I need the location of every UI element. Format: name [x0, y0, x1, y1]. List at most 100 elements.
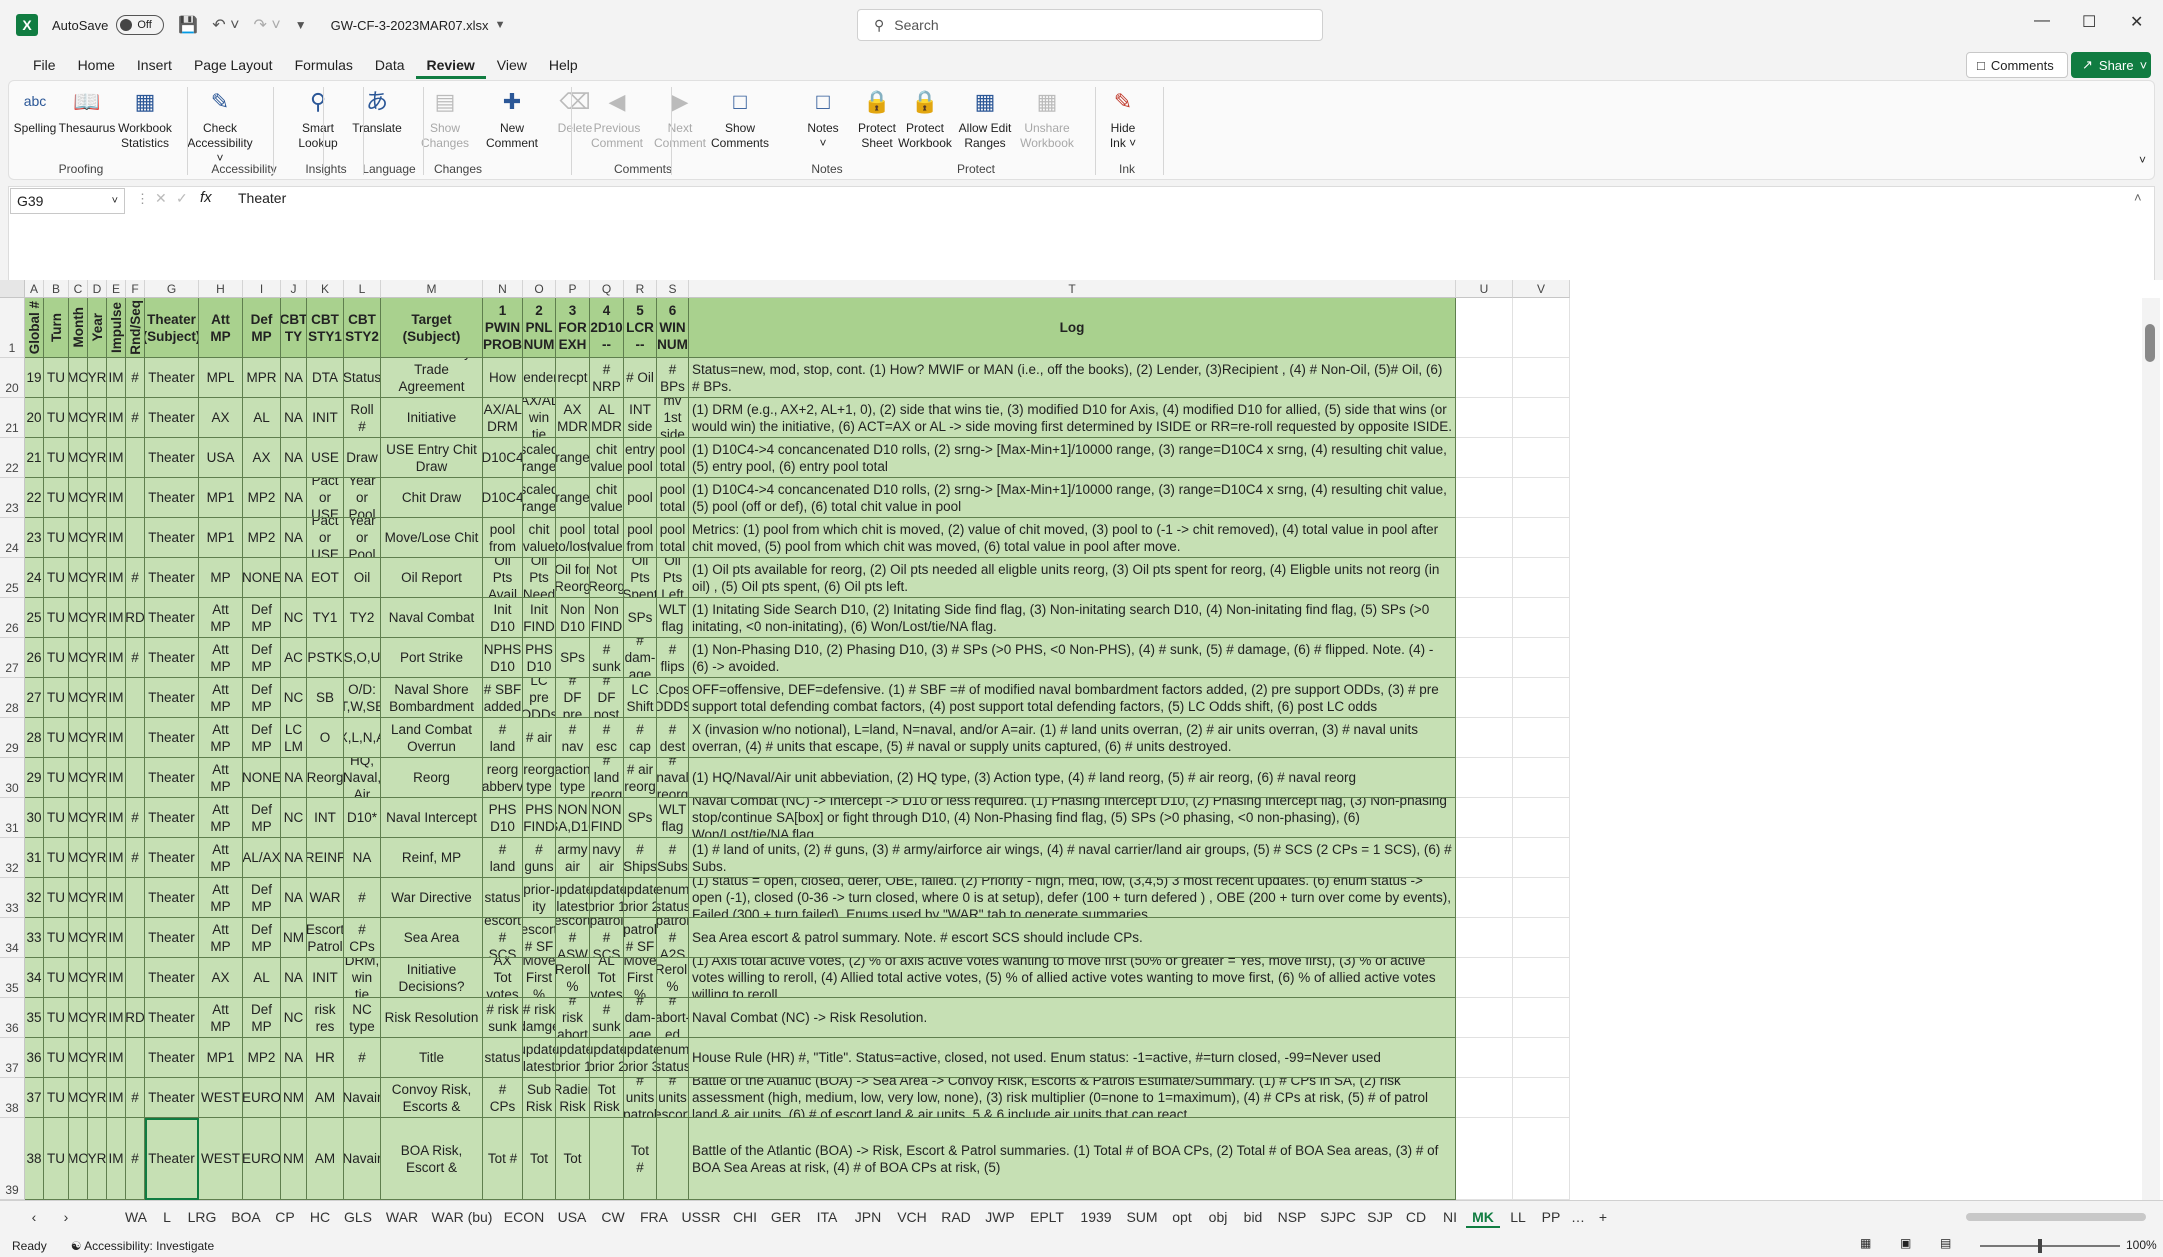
table-cell[interactable]: IM — [107, 998, 126, 1038]
empty-cell[interactable] — [1513, 358, 1570, 398]
table-cell[interactable]: OFF=offensive, DEF=defensive. (1) # SBF … — [689, 678, 1456, 718]
row-header[interactable]: 24 — [0, 518, 25, 558]
tab-opt[interactable]: opt — [1164, 1206, 1200, 1228]
table-cell[interactable]: AM — [307, 1118, 344, 1200]
table-cell[interactable]: escort # ASW — [556, 918, 590, 958]
table-cell[interactable]: D10* — [344, 798, 381, 838]
empty-cell[interactable] — [1513, 1078, 1570, 1118]
table-cell[interactable]: IM — [107, 478, 126, 518]
table-cell[interactable]: AC — [281, 638, 307, 678]
table-cell[interactable]: (1) Axis total active votes, (2) % of ax… — [689, 958, 1456, 998]
tab-l[interactable]: L — [154, 1206, 180, 1228]
table-cell[interactable]: Theater — [145, 398, 199, 438]
table-cell[interactable]: Oil Pts Spent — [624, 558, 657, 598]
table-cell[interactable]: Status — [344, 358, 381, 398]
row-header[interactable]: 26 — [0, 598, 25, 638]
table-cell[interactable]: SPs — [624, 598, 657, 638]
table-cell[interactable]: TU — [44, 1038, 69, 1078]
table-cell[interactable]: IM — [107, 718, 126, 758]
table-cell[interactable] — [590, 1118, 624, 1200]
table-cell[interactable]: IM — [107, 398, 126, 438]
table-cell[interactable]: NA — [281, 878, 307, 918]
table-cell[interactable]: # air — [523, 718, 556, 758]
menu-review[interactable]: Review — [415, 51, 486, 79]
column-title[interactable]: Impulse — [107, 298, 126, 358]
table-cell[interactable]: # dam-age — [624, 638, 657, 678]
column-title[interactable]: Rnd/Seq — [126, 298, 145, 358]
row-header[interactable]: 29 — [0, 718, 25, 758]
table-cell[interactable]: War Directive — [381, 878, 483, 918]
table-cell[interactable]: escort # SCS — [483, 918, 523, 958]
table-cell[interactable]: Land Combat Overrun — [381, 718, 483, 758]
table-cell[interactable]: Naval Intercept — [381, 798, 483, 838]
table-cell[interactable]: TU — [44, 558, 69, 598]
table-cell[interactable]: 24 — [25, 558, 44, 598]
table-cell[interactable]: entry pool — [624, 438, 657, 478]
table-cell[interactable]: 30 — [25, 798, 44, 838]
table-cell[interactable]: O — [307, 718, 344, 758]
table-cell[interactable]: Theater — [145, 638, 199, 678]
table-cell[interactable]: # — [126, 638, 145, 678]
row-header[interactable]: 36 — [0, 998, 25, 1038]
table-cell[interactable]: Port Strike — [381, 638, 483, 678]
table-cell[interactable]: Oil Pts Left — [657, 558, 689, 598]
empty-cell[interactable] — [1456, 398, 1513, 438]
table-cell[interactable]: range — [556, 438, 590, 478]
table-cell[interactable]: recpt — [556, 358, 590, 398]
tab-boa[interactable]: BOA — [224, 1206, 268, 1228]
row-header[interactable]: 28 — [0, 678, 25, 718]
table-cell[interactable]: mv 1st side — [657, 398, 689, 438]
row-header[interactable]: 25 — [0, 558, 25, 598]
tab-war[interactable]: WAR — [378, 1206, 426, 1228]
table-cell[interactable]: 22 — [25, 478, 44, 518]
maximize-icon[interactable]: ☐ — [2082, 12, 2096, 32]
table-cell[interactable]: enum status — [657, 878, 689, 918]
table-cell[interactable]: INIT — [307, 398, 344, 438]
table-cell[interactable]: Theater — [145, 758, 199, 798]
table-cell[interactable]: MO — [69, 398, 88, 438]
table-cell[interactable]: MO — [69, 918, 88, 958]
table-cell[interactable]: RD — [126, 598, 145, 638]
table-cell[interactable]: update latest — [556, 878, 590, 918]
table-cell[interactable]: Def MP — [243, 798, 281, 838]
column-header-g[interactable]: G — [145, 280, 199, 298]
table-cell[interactable]: IM — [107, 678, 126, 718]
empty-cell[interactable] — [1513, 758, 1570, 798]
table-cell[interactable] — [126, 678, 145, 718]
table-cell[interactable]: 37 — [25, 1078, 44, 1118]
table-cell[interactable]: AL MDR — [590, 398, 624, 438]
table-cell[interactable]: NON SA,D10 — [556, 798, 590, 838]
function-icon[interactable]: fx — [200, 189, 212, 206]
table-cell[interactable]: Sub Risk — [523, 1078, 556, 1118]
table-cell[interactable]: lender — [523, 358, 556, 398]
row-header[interactable]: 38 — [0, 1078, 25, 1118]
table-cell[interactable]: AL — [243, 958, 281, 998]
empty-cell[interactable] — [1456, 998, 1513, 1038]
table-cell[interactable]: 34 — [25, 958, 44, 998]
table-cell[interactable]: range — [556, 478, 590, 518]
table-cell[interactable]: YR — [88, 798, 107, 838]
formula-content[interactable]: Theater — [238, 190, 286, 206]
hide-ink-button[interactable]: ✎ Hide Ink ˅ — [1088, 85, 1158, 151]
table-cell[interactable]: TU — [44, 878, 69, 918]
tab-mk[interactable]: MK — [1466, 1206, 1500, 1228]
table-cell[interactable] — [126, 918, 145, 958]
table-cell[interactable]: NPHS D10 — [483, 638, 523, 678]
table-cell[interactable]: AX — [199, 958, 243, 998]
table-cell[interactable]: Att MP — [199, 798, 243, 838]
table-cell[interactable]: MO — [69, 558, 88, 598]
table-cell[interactable]: Reorg — [381, 758, 483, 798]
column-header-c[interactable]: C — [69, 280, 88, 298]
table-cell[interactable]: 36 — [25, 1038, 44, 1078]
table-cell[interactable]: NA — [281, 518, 307, 558]
column-header-h[interactable]: H — [199, 280, 243, 298]
table-cell[interactable]: Tot # — [483, 1118, 523, 1200]
table-cell[interactable]: YR — [88, 718, 107, 758]
table-cell[interactable]: BOA Risk, Escort & — [381, 1118, 483, 1200]
table-cell[interactable]: patrol # SCS — [590, 918, 624, 958]
table-cell[interactable]: # esc — [590, 718, 624, 758]
column-header-m[interactable]: M — [381, 280, 483, 298]
table-cell[interactable]: MO — [69, 1078, 88, 1118]
table-cell[interactable]: patrol # A2S — [657, 918, 689, 958]
table-cell[interactable]: Reroll % — [556, 958, 590, 998]
